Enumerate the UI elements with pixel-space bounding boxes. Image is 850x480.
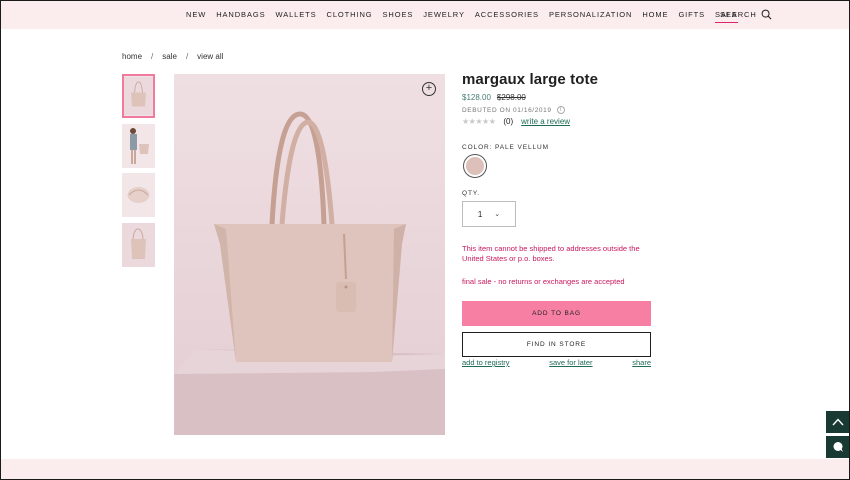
chevron-down-icon: ⌄ (494, 211, 501, 218)
color-swatch-pale-vellum[interactable] (463, 154, 487, 178)
zoom-in-icon[interactable]: + (422, 82, 436, 96)
tote-thumbnail-image (124, 76, 153, 116)
breadcrumb-view-all[interactable]: view all (197, 52, 223, 61)
save-for-later-link[interactable]: save for later (549, 358, 592, 367)
product-main-image[interactable] (174, 74, 445, 435)
debut-date: DEBUTED ON 01/16/2019 i (462, 106, 565, 114)
nav-menu: NEW HANDBAGS WALLETS CLOTHING SHOES JEWELRY AC… (186, 10, 748, 23)
swatch-fill (466, 157, 484, 175)
tote-side-thumbnail-image (122, 223, 155, 267)
info-icon[interactable]: i (556, 106, 565, 114)
nav-item-personalization[interactable]: PERSONALIZATION (549, 10, 632, 23)
search-icon (761, 9, 772, 20)
color-label: COLOR: PALE VELLUM (462, 144, 549, 151)
footer-band (0, 459, 850, 480)
quantity-select[interactable]: 1 ⌄ (462, 201, 516, 227)
product-actions: add to registry save for later share (462, 358, 651, 367)
scroll-to-top-button[interactable] (826, 411, 849, 433)
nav-item-wallets[interactable]: WALLETS (276, 10, 317, 23)
chat-bubble-icon (833, 442, 843, 452)
nav-item-gifts[interactable]: GIFTS (678, 10, 705, 23)
star-rating-icon: ★★★★★ (462, 117, 496, 126)
review-count: (0) (503, 117, 514, 126)
add-to-bag-button[interactable]: ADD TO BAG (462, 301, 651, 326)
quantity-value: 1 (477, 209, 483, 219)
find-in-store-button[interactable]: FIND IN STORE (462, 332, 651, 357)
search-button[interactable]: SEARCH (720, 9, 772, 20)
nav-item-handbags[interactable]: HANDBAGS (216, 10, 265, 23)
model-thumbnail-image (122, 124, 155, 168)
tote-top-thumbnail-image (122, 173, 155, 217)
chat-button[interactable] (826, 436, 849, 458)
chevron-up-icon (831, 418, 844, 426)
rating-row: ★★★★★ (0) write a review (462, 117, 570, 126)
breadcrumb: home / sale / view all (122, 52, 223, 61)
nav-item-accessories[interactable]: ACCESSORIES (475, 10, 539, 23)
thumbnail-3[interactable] (122, 173, 155, 217)
breadcrumb-home[interactable]: home (122, 52, 142, 61)
breadcrumb-sale[interactable]: sale (162, 52, 177, 61)
nav-item-new[interactable]: NEW (186, 10, 206, 23)
thumbnail-2[interactable] (122, 124, 155, 168)
nav-item-clothing[interactable]: CLOTHING (327, 10, 373, 23)
search-label: SEARCH (720, 10, 757, 19)
breadcrumb-separator: / (185, 52, 189, 61)
nav-item-jewelry[interactable]: JEWELRY (423, 10, 465, 23)
nav-item-shoes[interactable]: SHOES (383, 10, 414, 23)
thumbnail-1[interactable] (122, 74, 155, 118)
quantity-label: QTY. (462, 190, 480, 197)
shipping-notice: This item cannot be shipped to addresses… (462, 244, 640, 263)
nav-item-home[interactable]: HOME (642, 10, 668, 23)
share-link[interactable]: share (632, 358, 651, 367)
write-review-link[interactable]: write a review (521, 117, 570, 126)
original-price: $298.00 (496, 93, 526, 102)
thumbnail-4[interactable] (122, 223, 155, 267)
add-to-registry-link[interactable]: add to registry (462, 358, 510, 367)
product-title: margaux large tote (462, 71, 599, 88)
final-sale-notice: final sale - no returns or exchanges are… (462, 277, 625, 286)
price-block: $128.00 $298.00 (462, 93, 526, 102)
breadcrumb-separator: / (151, 52, 154, 61)
sale-price: $128.00 (462, 93, 491, 102)
tote-bag-image (174, 74, 445, 435)
debut-date-text: DEBUTED ON 01/16/2019 (462, 106, 552, 114)
top-navigation: NEW HANDBAGS WALLETS CLOTHING SHOES JEWELRY AC… (0, 0, 850, 29)
